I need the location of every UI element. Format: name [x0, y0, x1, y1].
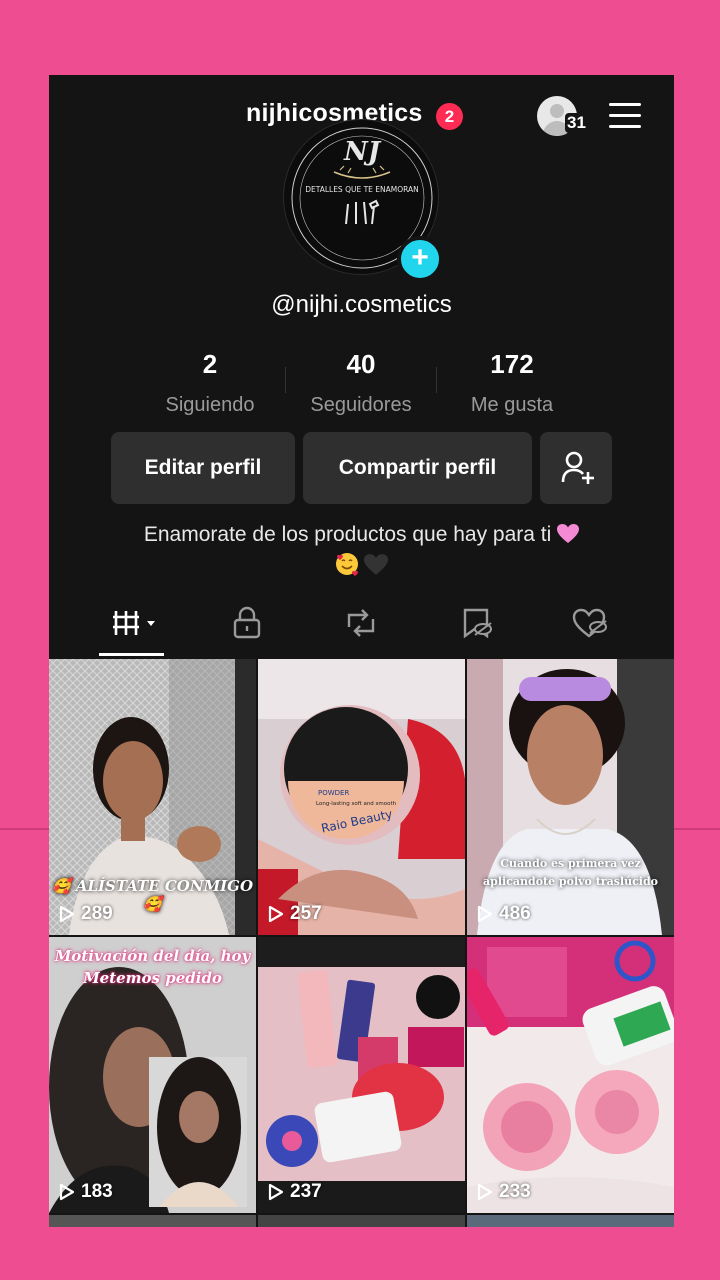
favorites-hidden-icon	[463, 608, 492, 639]
video-thumbnail[interactable]: 🥰 ALÍSTATE CONMIGO 🥰 289	[49, 659, 256, 935]
stat-followers-value: 40	[346, 349, 376, 379]
stat-likes-label: Me gusta	[470, 394, 554, 416]
video-thumbnail[interactable]: 233	[467, 937, 674, 1213]
liked-tab[interactable]	[561, 603, 621, 643]
repost-icon	[347, 609, 375, 637]
videos-grid-tab[interactable]	[104, 603, 164, 643]
play-icon	[59, 1183, 75, 1201]
video-view-count-value: 233	[499, 1181, 531, 1202]
profile-bio: Enamorate de los productos que hay para …	[69, 519, 654, 581]
add-friend-icon	[561, 451, 594, 484]
video-thumbnail[interactable]	[49, 1215, 256, 1227]
tiktok-profile-screen: nijhicosmetics 2 31 NJ DETALLES QUE TE E…	[49, 75, 674, 1227]
play-icon	[477, 905, 493, 923]
stat-followers-label: Seguidores	[310, 394, 412, 416]
video-view-count: 289	[59, 903, 113, 925]
repost-tab[interactable]	[331, 603, 391, 643]
share-profile-button[interactable]: Compartir perfil	[303, 432, 532, 504]
hamburger-menu-icon[interactable]	[609, 103, 641, 129]
video-view-count-value: 257	[290, 903, 322, 924]
avatar-tagline: DETALLES QUE TE ENAMORAN	[305, 185, 419, 194]
stat-followers[interactable]: 40 Seguidores	[286, 349, 436, 417]
video-view-count-value: 486	[499, 903, 531, 924]
favorites-tab[interactable]	[447, 603, 507, 643]
black-heart-icon	[364, 554, 389, 575]
video-view-count-value: 183	[81, 1181, 113, 1202]
profile-visitors-count: 31	[565, 113, 588, 133]
play-icon	[477, 1183, 493, 1201]
pink-heart-icon	[557, 524, 580, 543]
add-story-button[interactable]: +	[397, 236, 443, 282]
play-icon	[268, 1183, 284, 1201]
product-label: POWDER	[318, 789, 349, 797]
video-view-count: 486	[477, 903, 531, 925]
lock-icon	[233, 606, 261, 639]
video-caption: Cuando es primera vez aplicandote polvo …	[483, 857, 658, 888]
stat-following-value: 2	[202, 349, 218, 379]
video-thumbnail[interactable]: Cuando es primera vez aplicandote polvo …	[467, 659, 674, 935]
video-view-count-value: 237	[290, 1181, 322, 1202]
video-thumbnail[interactable]	[258, 1215, 465, 1227]
stat-following[interactable]: 2 Siguiendo	[135, 349, 285, 417]
smiling-face-with-hearts-icon	[335, 553, 358, 576]
video-view-count: 233	[477, 1181, 531, 1203]
video-thumbnail[interactable]: Motivación del día, hoy Metemos pedido 1…	[49, 937, 256, 1213]
liked-hidden-icon	[572, 608, 607, 638]
video-thumbnail[interactable]: POWDER Long-lasting soft and smooth Raio…	[258, 659, 465, 935]
video-view-count: 183	[59, 1181, 113, 1203]
avatar-logo-text: NJ	[343, 137, 382, 167]
profile-tabs	[49, 597, 674, 657]
video-caption: Motivación del día, hoy Metemos pedido	[54, 947, 251, 987]
play-icon	[268, 905, 284, 923]
profile-handle: @nijhi.cosmetics	[271, 291, 452, 318]
video-view-count-value: 289	[81, 903, 113, 924]
active-tab-indicator	[99, 653, 164, 656]
add-friends-button[interactable]	[540, 432, 612, 504]
videos-grid-icon	[113, 611, 155, 635]
video-thumbnail[interactable]	[467, 1215, 674, 1227]
play-icon	[59, 905, 75, 923]
video-view-count: 237	[268, 1181, 322, 1203]
private-tab[interactable]	[217, 603, 277, 643]
edit-profile-button[interactable]: Editar perfil	[111, 432, 295, 504]
stat-likes-value: 172	[490, 349, 534, 379]
product-label: Long-lasting soft and smooth	[316, 801, 397, 807]
notification-badge: 2	[436, 103, 463, 130]
stat-following-label: Siguiendo	[165, 394, 255, 416]
bio-text: Enamorate de los productos que hay para …	[143, 523, 552, 546]
stat-likes[interactable]: 172 Me gusta	[437, 349, 587, 417]
video-thumbnail[interactable]: 237	[258, 937, 465, 1213]
video-view-count: 257	[268, 903, 322, 925]
